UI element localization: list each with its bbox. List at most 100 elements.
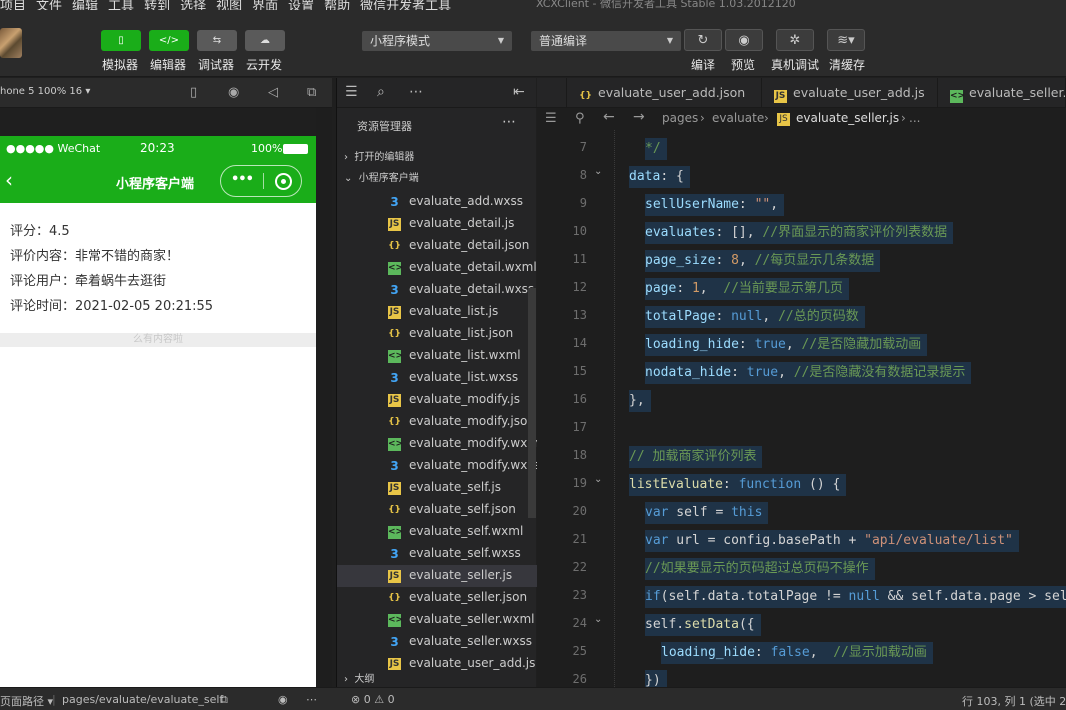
file-item[interactable]: <> evaluate_modify.wxml xyxy=(337,433,542,455)
problems-indicator[interactable]: ⊗ 0 ⚠ 0 xyxy=(351,693,395,706)
menu-icon[interactable]: ☰ xyxy=(345,84,358,100)
code-line[interactable]: 15 nodata_hide: true, //是否隐藏没有数据记录提示 xyxy=(537,358,1066,386)
file-item[interactable]: {} evaluate_self.json xyxy=(337,499,537,521)
menu-item[interactable]: 视图 xyxy=(216,0,242,10)
eye-icon[interactable]: ◉ xyxy=(278,693,288,706)
code-line[interactable]: 11 page_size: 8, //每页显示几条数据 xyxy=(537,246,1066,274)
compile-select[interactable]: 普通编译 ▼ xyxy=(531,31,681,51)
file-item[interactable]: <> evaluate_seller.wxml xyxy=(337,609,537,631)
explorer-scrollbar[interactable] xyxy=(528,288,536,518)
code-line[interactable]: 7 */ xyxy=(537,134,1066,162)
code-line[interactable]: 20 var self = this xyxy=(537,498,1066,526)
menu-item[interactable]: 界面 xyxy=(252,0,278,10)
code-line[interactable]: 16}, xyxy=(537,386,1066,414)
code-line[interactable]: 18 // 加载商家评价列表 xyxy=(537,442,1066,470)
file-item[interactable]: 3 evaluate_add.wxss xyxy=(337,191,537,213)
file-item[interactable]: <> evaluate_self.wxml xyxy=(337,521,537,543)
breadcrumb-file[interactable]: evaluate_seller.js xyxy=(796,111,899,125)
more-dots-icon[interactable]: ••• xyxy=(231,172,254,187)
code-line[interactable]: 13 totalPage: null, //总的页码数 xyxy=(537,302,1066,330)
forward-icon[interactable]: → xyxy=(633,109,645,125)
debugger-toggle-button[interactable]: ⇆ xyxy=(197,30,237,51)
more-icon[interactable]: ⋯ xyxy=(306,693,317,706)
menu-item[interactable]: 文件 xyxy=(36,0,62,10)
close-mini-program-icon[interactable] xyxy=(275,173,292,190)
breadcrumb-pages[interactable]: pages xyxy=(662,111,698,125)
back-arrow-icon[interactable]: ‹ xyxy=(5,170,13,190)
code-editor[interactable]: 7 */ 8 ⌄ data: {9 sellUserName: "", 10 evaluate… xyxy=(537,130,1066,687)
code-line[interactable]: 14 loading_hide: true, //是否隐藏加载动画 xyxy=(537,330,1066,358)
code-line[interactable]: 9 sellUserName: "", xyxy=(537,190,1066,218)
phone-icon[interactable]: ▯ xyxy=(190,85,197,100)
file-item[interactable]: JS evaluate_self.js xyxy=(337,477,537,499)
menu-item[interactable]: 工具 xyxy=(108,0,134,10)
collapse-panel-icon[interactable]: ⇤ xyxy=(513,84,525,100)
menu-item[interactable]: 选择 xyxy=(180,0,206,10)
cursor-position[interactable]: 行 103, 列 1 (选中 2 xyxy=(962,693,1066,709)
file-item[interactable]: JS evaluate_modify.js xyxy=(337,389,537,411)
file-item[interactable]: <> evaluate_detail.wxml xyxy=(337,257,537,279)
fold-chevron-icon[interactable]: ⌄ xyxy=(594,614,602,625)
menu-item[interactable]: 项目 xyxy=(0,0,26,10)
open-editors-section[interactable]: › 打开的编辑器 xyxy=(344,148,414,163)
device-select[interactable]: hone 5 100% 16 ▾ xyxy=(0,86,90,97)
menu-item[interactable]: 编辑 xyxy=(72,0,98,10)
avatar[interactable] xyxy=(0,28,22,58)
compile-button[interactable]: ↻ xyxy=(684,29,722,51)
file-item[interactable]: <> evaluate_list.wxml xyxy=(337,345,537,367)
code-line[interactable]: 23 if(self.data.totalPage != null && self… xyxy=(537,582,1066,610)
preview-button[interactable]: ◉ xyxy=(725,29,763,51)
outline-section[interactable]: › 大纲 xyxy=(344,670,534,685)
code-line[interactable]: 25 loading_hide: false, //显示加载动画 xyxy=(537,638,1066,666)
clear-cache-button[interactable]: ≋▾ xyxy=(827,29,865,51)
tab-evaluate-user-add-json[interactable]: {} evaluate_user_add.json xyxy=(567,78,762,108)
file-item[interactable]: {} evaluate_list.json xyxy=(337,323,537,345)
record-icon[interactable]: ◉ xyxy=(228,85,239,100)
file-item[interactable]: 3 evaluate_modify.wxss xyxy=(337,455,540,477)
code-line[interactable]: 22 //如果要显示的页码超过总页码不操作 xyxy=(537,554,1066,582)
list-icon[interactable]: ☰ xyxy=(545,111,557,126)
code-line[interactable]: 26}) xyxy=(537,666,1066,687)
file-item[interactable]: 3 evaluate_detail.wxss xyxy=(337,279,537,301)
breadcrumb-evaluate[interactable]: evaluate xyxy=(712,111,764,125)
file-item[interactable]: JS evaluate_seller.js xyxy=(337,565,537,587)
menu-item[interactable]: 帮助 xyxy=(324,0,350,10)
menu-item[interactable]: 转到 xyxy=(144,0,170,10)
page-path-select[interactable]: 页面路径 ▾ xyxy=(0,693,53,709)
code-line[interactable]: 21 var url = config.basePath + "api/evalu… xyxy=(537,526,1066,554)
back-icon[interactable]: ← xyxy=(603,109,615,125)
file-item[interactable]: JS evaluate_list.js xyxy=(337,301,537,323)
code-line[interactable]: 12 page: 1, //当前要显示第几页 xyxy=(537,274,1066,302)
popout-icon[interactable]: ⧉ xyxy=(307,85,316,100)
file-item[interactable]: 3 evaluate_seller.wxss xyxy=(337,631,537,653)
simulator-toggle-button[interactable]: ▯ xyxy=(101,30,141,51)
file-item[interactable]: {} evaluate_seller.json xyxy=(337,587,537,609)
cloud-dev-button[interactable]: ☁ xyxy=(245,30,285,51)
copy-icon[interactable]: ⧉ xyxy=(220,693,228,707)
bookmark-icon[interactable]: ⚲ xyxy=(575,111,585,126)
tab-evaluate-seller-wxml[interactable]: <>evaluate_seller.wxml xyxy=(938,78,1066,108)
menu-capsule[interactable]: ••• xyxy=(220,165,302,197)
menu-item[interactable]: 微信开发者工具 xyxy=(360,0,451,10)
mode-select[interactable]: 小程序模式 ▼ xyxy=(362,31,512,51)
search-icon[interactable]: ⌕ xyxy=(377,84,385,100)
code-line[interactable]: 24 ⌄ self.setData({ xyxy=(537,610,1066,638)
remote-debug-button[interactable]: ✲ xyxy=(776,29,814,51)
menu-item[interactable]: 设置 xyxy=(288,0,314,10)
code-line[interactable]: 8 ⌄ data: { xyxy=(537,162,1066,190)
editor-toggle-button[interactable]: </> xyxy=(149,30,189,51)
file-item[interactable]: 3 evaluate_self.wxss xyxy=(337,543,537,565)
project-section[interactable]: ⌄ 小程序客户端 xyxy=(344,169,419,184)
tab-evaluate-user-add-js[interactable]: JS evaluate_user_add.js xyxy=(762,78,938,108)
explorer-more-icon[interactable]: ⋯ xyxy=(502,114,516,130)
file-item[interactable]: 3 evaluate_list.wxss xyxy=(337,367,537,389)
volume-icon[interactable]: ◁ xyxy=(268,85,278,100)
fold-chevron-icon[interactable]: ⌄ xyxy=(594,166,602,177)
file-item[interactable]: {} evaluate_detail.json xyxy=(337,235,537,257)
file-item[interactable]: JS evaluate_detail.js xyxy=(337,213,537,235)
file-item[interactable]: {} evaluate_modify.json xyxy=(337,411,537,433)
code-line[interactable]: 10 evaluates: [], //界面显示的商家评价列表数据 xyxy=(537,218,1066,246)
code-line[interactable]: 19 ⌄ listEvaluate: function () { xyxy=(537,470,1066,498)
fold-chevron-icon[interactable]: ⌄ xyxy=(594,474,602,485)
breadcrumb-more[interactable]: ... xyxy=(909,111,920,125)
